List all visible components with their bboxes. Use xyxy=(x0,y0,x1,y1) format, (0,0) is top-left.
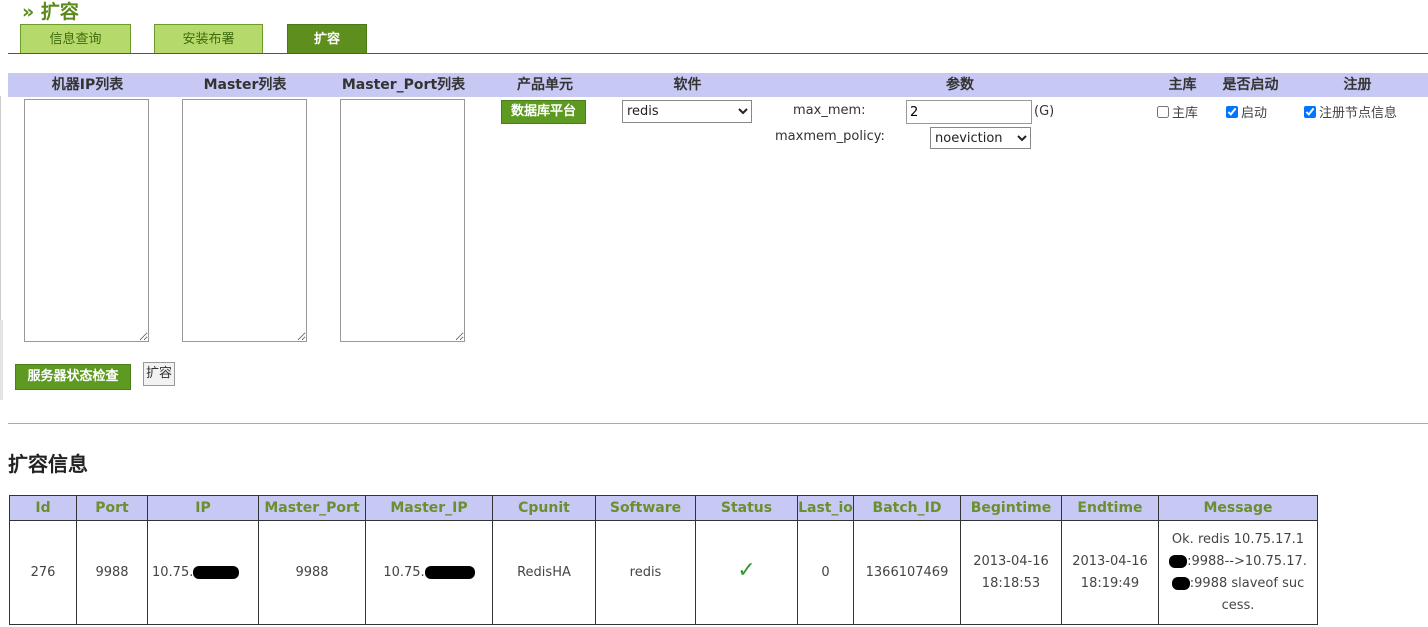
cell-ip: 10.75. xyxy=(147,520,259,625)
section-title: 扩容信息 xyxy=(8,452,88,476)
message-line: :9988 slaveof suc xyxy=(1163,573,1313,595)
max-mem-label: max_mem: xyxy=(793,103,866,118)
col-master-ip: Master_IP xyxy=(365,495,493,521)
table-row: 276 9988 10.75. 9988 10.75. RedisHA redi… xyxy=(9,520,1318,625)
header-software: 软件 xyxy=(673,77,702,93)
header-params: 参数 xyxy=(946,77,974,93)
check-icon: ✓ xyxy=(737,558,756,583)
expand-button[interactable]: 扩容 xyxy=(143,362,175,386)
register-checkbox[interactable] xyxy=(1304,105,1316,118)
section-divider xyxy=(8,423,1428,424)
cell-master-ip: 10.75. xyxy=(365,520,493,625)
tab-divider xyxy=(8,53,1428,54)
header-master: 主库 xyxy=(1168,77,1197,93)
master-list-textarea[interactable] xyxy=(182,99,307,342)
header-master-port-list: Master_Port列表 xyxy=(341,77,466,93)
product-unit-button[interactable]: 数据库平台 xyxy=(501,100,586,124)
col-message: Message xyxy=(1158,495,1318,521)
cell-batch-id: 1366107469 xyxy=(853,520,961,625)
header-enabled: 是否启动 xyxy=(1222,77,1279,93)
expand-info-table: Id Port IP Master_Port Master_IP Cpunit … xyxy=(9,495,1318,625)
col-endtime: Endtime xyxy=(1061,495,1159,521)
enabled-checkbox[interactable] xyxy=(1226,105,1238,118)
redacted-mark xyxy=(1171,576,1190,590)
col-last-io: Last_io xyxy=(797,495,854,521)
register-checkbox-label: 注册节点信息 xyxy=(1319,106,1398,121)
col-software: Software xyxy=(595,495,696,521)
redacted-mark xyxy=(424,565,475,579)
left-edge-marker xyxy=(0,320,3,400)
cell-status: ✓ xyxy=(695,520,798,625)
col-master-port: Master_Port xyxy=(258,495,366,521)
header-ip-list: 机器IP列表 xyxy=(51,77,124,93)
software-select[interactable]: redis xyxy=(622,100,752,123)
server-status-check-button[interactable]: 服务器状态检查 xyxy=(15,364,131,390)
left-edge-divider xyxy=(0,96,1,334)
max-mem-unit: (G) xyxy=(1034,104,1055,119)
max-mem-input[interactable] xyxy=(906,100,1032,124)
register-checkbox-wrap[interactable]: 注册节点信息 xyxy=(1304,102,1397,121)
cell-port: 9988 xyxy=(76,520,148,625)
cell-cpunit: RedisHA xyxy=(492,520,596,625)
enabled-checkbox-label: 启动 xyxy=(1241,106,1268,121)
page-title: » 扩容 xyxy=(22,1,79,23)
message-line: Ok. redis 10.75.17.1 xyxy=(1171,531,1305,547)
header-master-list: Master列表 xyxy=(203,77,287,93)
cell-software: redis xyxy=(595,520,696,625)
cell-master-port: 9988 xyxy=(258,520,366,625)
col-cpunit: Cpunit xyxy=(492,495,596,521)
col-id: Id xyxy=(9,495,77,521)
col-batch-id: Batch_ID xyxy=(853,495,961,521)
master-checkbox[interactable] xyxy=(1157,105,1169,118)
col-port: Port xyxy=(76,495,148,521)
col-status: Status xyxy=(695,495,798,521)
message-line: cess. xyxy=(1221,597,1255,613)
tab-info-query[interactable]: 信息查询 xyxy=(20,24,131,54)
master-ip-prefix: 10.75. xyxy=(383,564,425,580)
cell-endtime: 2013-04-16 18:19:49 xyxy=(1061,520,1159,625)
master-port-list-textarea[interactable] xyxy=(340,99,465,342)
col-begintime: Begintime xyxy=(960,495,1062,521)
master-checkbox-wrap[interactable]: 主库 xyxy=(1157,102,1198,121)
master-checkbox-label: 主库 xyxy=(1172,106,1199,121)
cell-message: Ok. redis 10.75.17.1 :9988-->10.75.17. :… xyxy=(1158,520,1318,625)
redacted-mark xyxy=(1169,554,1188,568)
enabled-checkbox-wrap[interactable]: 启动 xyxy=(1226,102,1267,121)
ip-prefix: 10.75. xyxy=(152,564,194,580)
maxmem-policy-label: maxmem_policy: xyxy=(775,129,885,144)
cell-last-io: 0 xyxy=(797,520,854,625)
cell-id: 276 xyxy=(9,520,77,625)
tab-expand[interactable]: 扩容 xyxy=(287,24,367,54)
tab-install-deploy[interactable]: 安装布署 xyxy=(154,24,263,54)
col-ip: IP xyxy=(147,495,259,521)
message-line: :9988-->10.75.17. xyxy=(1163,551,1313,573)
redacted-mark xyxy=(193,565,240,579)
cell-begintime: 2013-04-16 18:18:53 xyxy=(960,520,1062,625)
header-register: 注册 xyxy=(1343,77,1372,93)
maxmem-policy-select[interactable]: noeviction xyxy=(930,127,1031,149)
ip-list-textarea[interactable] xyxy=(24,99,149,342)
header-product-unit: 产品单元 xyxy=(517,77,573,93)
table-header-row: Id Port IP Master_Port Master_IP Cpunit … xyxy=(9,495,1318,521)
